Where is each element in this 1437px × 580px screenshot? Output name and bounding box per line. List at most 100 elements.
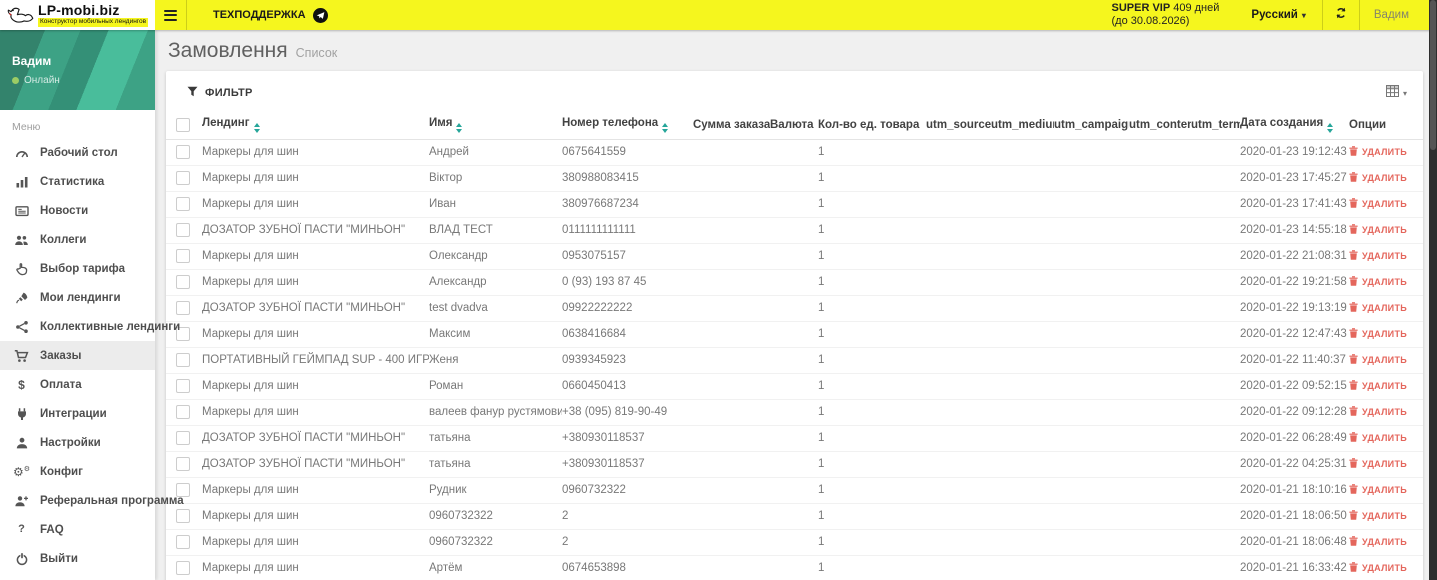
row-checkbox[interactable]: [176, 509, 190, 523]
row-checkbox[interactable]: [176, 197, 190, 211]
cell-utm-source: [926, 216, 991, 243]
cell-order-sum: [693, 372, 770, 399]
column-header[interactable]: Имя: [429, 115, 562, 140]
delete-button[interactable]: УДАЛИТЬ: [1349, 457, 1407, 470]
sidebar-item-orders[interactable]: Заказы: [0, 341, 155, 370]
sidebar-item-config[interactable]: ⚙⚙ Конфиг: [0, 457, 155, 486]
cell-phone: +38 (095) 819-90-49: [562, 398, 693, 425]
sidebar-item-settings[interactable]: Настройки: [0, 428, 155, 457]
row-checkbox[interactable]: [176, 275, 190, 289]
sort-icon[interactable]: [662, 122, 669, 133]
column-header[interactable]: Лендинг: [202, 115, 429, 140]
sidebar-item-news[interactable]: Новости: [0, 196, 155, 225]
row-checkbox[interactable]: [176, 405, 190, 419]
delete-button[interactable]: УДАЛИТЬ: [1349, 561, 1407, 574]
row-checkbox[interactable]: [176, 561, 190, 576]
scrollbar-thumb[interactable]: [1430, 0, 1436, 150]
sidebar-item-payment[interactable]: $ Оплата: [0, 370, 155, 399]
delete-button[interactable]: УДАЛИТЬ: [1349, 509, 1407, 522]
column-header[interactable]: Кол-во ед. товара: [818, 115, 926, 140]
refresh-button[interactable]: [1323, 0, 1359, 30]
row-checkbox[interactable]: [176, 431, 190, 445]
row-checkbox[interactable]: [176, 145, 190, 159]
row-checkbox[interactable]: [176, 301, 190, 315]
select-all-checkbox[interactable]: [176, 117, 190, 132]
columns-toggle-button[interactable]: ▾: [1385, 84, 1407, 102]
cell-utm-campaign: [1054, 372, 1129, 399]
delete-button[interactable]: УДАЛИТЬ: [1349, 145, 1407, 158]
column-header[interactable]: Опции: [1349, 115, 1423, 140]
delete-button[interactable]: УДАЛИТЬ: [1349, 327, 1407, 340]
column-header[interactable]: utm_medium: [991, 115, 1054, 140]
column-header[interactable]: Номер телефона: [562, 115, 693, 140]
column-header[interactable]: utm_term: [1191, 115, 1240, 140]
sidebar-item-dashboard[interactable]: Рабочий стол: [0, 138, 155, 167]
sidebar-item-tariff[interactable]: Выбор тарифа: [0, 254, 155, 283]
column-header[interactable]: Валюта: [770, 115, 818, 140]
delete-button[interactable]: УДАЛИТЬ: [1349, 379, 1407, 392]
delete-button[interactable]: УДАЛИТЬ: [1349, 535, 1407, 548]
topbar-username[interactable]: Вадим: [1360, 9, 1423, 21]
cell-utm-term: [1191, 346, 1240, 373]
trash-icon: [1349, 249, 1358, 262]
delete-button[interactable]: УДАЛИТЬ: [1349, 223, 1407, 236]
payment-icon: $: [18, 377, 25, 392]
sidebar-item-my-landings[interactable]: Мои лендинги: [0, 283, 155, 312]
cell-utm-content: [1129, 320, 1191, 347]
cell-utm-content: [1129, 294, 1191, 321]
sort-icon[interactable]: [253, 122, 260, 133]
sidebar-item-referral[interactable]: Реферальная программа: [0, 486, 184, 515]
trash-icon: [1349, 171, 1358, 184]
row-checkbox[interactable]: [176, 223, 190, 237]
trash-icon: [1349, 509, 1358, 522]
row-select-cell: [166, 164, 202, 191]
delete-button[interactable]: УДАЛИТЬ: [1349, 275, 1407, 288]
cell-quantity: 1: [818, 450, 926, 477]
sidebar-item-logout[interactable]: Выйти: [0, 544, 155, 573]
cell-landing: ДОЗАТОР ЗУБНОЇ ПАСТИ "МИНЬОН": [202, 216, 429, 243]
sort-icon[interactable]: [1327, 122, 1334, 133]
support-button[interactable]: ТЕХПОДДЕРЖКА: [187, 7, 350, 23]
sort-icon[interactable]: [456, 122, 463, 133]
sidebar-item-collective-landings[interactable]: Коллективные лендинги: [0, 312, 180, 341]
column-header[interactable]: Сумма заказа: [693, 115, 770, 140]
row-checkbox[interactable]: [176, 535, 190, 549]
table-row: Маркеры для шин Андрей 0675641559 1 2020…: [166, 138, 1423, 165]
sidebar-item-faq[interactable]: ? FAQ: [0, 515, 155, 544]
filter-button[interactable]: ФИЛЬТР: [187, 86, 253, 100]
sidebar-item-statistics[interactable]: Статистика: [0, 167, 155, 196]
cell-utm-medium: [991, 424, 1054, 451]
row-checkbox[interactable]: [176, 171, 190, 185]
language-label: Русский: [1251, 9, 1298, 21]
delete-button[interactable]: УДАЛИТЬ: [1349, 353, 1407, 366]
scrollbar[interactable]: [1429, 0, 1437, 580]
trash-icon: [1349, 223, 1358, 236]
column-header[interactable]: utm_source: [926, 115, 991, 140]
column-header[interactable]: utm_campaign: [1054, 115, 1129, 140]
delete-button[interactable]: УДАЛИТЬ: [1349, 483, 1407, 496]
delete-button[interactable]: УДАЛИТЬ: [1349, 249, 1407, 262]
delete-button[interactable]: УДАЛИТЬ: [1349, 301, 1407, 314]
language-selector[interactable]: Русский ▾: [1235, 9, 1321, 21]
sidebar-item-colleagues[interactable]: Коллеги: [0, 225, 155, 254]
delete-button[interactable]: УДАЛИТЬ: [1349, 171, 1407, 184]
delete-button[interactable]: УДАЛИТЬ: [1349, 431, 1407, 444]
row-checkbox[interactable]: [176, 379, 190, 393]
row-checkbox[interactable]: [176, 353, 190, 367]
cell-quantity: 1: [818, 346, 926, 373]
delete-button[interactable]: УДАЛИТЬ: [1349, 197, 1407, 210]
menu-toggle-icon[interactable]: [155, 0, 186, 30]
cell-options: УДАЛИТЬ: [1349, 216, 1423, 243]
cell-phone: 0111111111111: [562, 216, 693, 243]
column-header[interactable]: utm_content: [1129, 115, 1191, 140]
cell-landing: Маркеры для шин: [202, 138, 429, 165]
row-checkbox[interactable]: [176, 457, 190, 471]
cell-utm-campaign: [1054, 164, 1129, 191]
cell-utm-medium: [991, 398, 1054, 425]
column-header[interactable]: Дата создания: [1240, 115, 1349, 140]
delete-button[interactable]: УДАЛИТЬ: [1349, 405, 1407, 418]
row-checkbox[interactable]: [176, 249, 190, 263]
sidebar-item-integrations[interactable]: Интеграции: [0, 399, 155, 428]
table-row: ДОЗАТОР ЗУБНОЇ ПАСТИ "МИНЬОН" татьяна +3…: [166, 424, 1423, 451]
logo[interactable]: LP-mobi.biz Конструктор мобильных лендин…: [0, 0, 155, 30]
